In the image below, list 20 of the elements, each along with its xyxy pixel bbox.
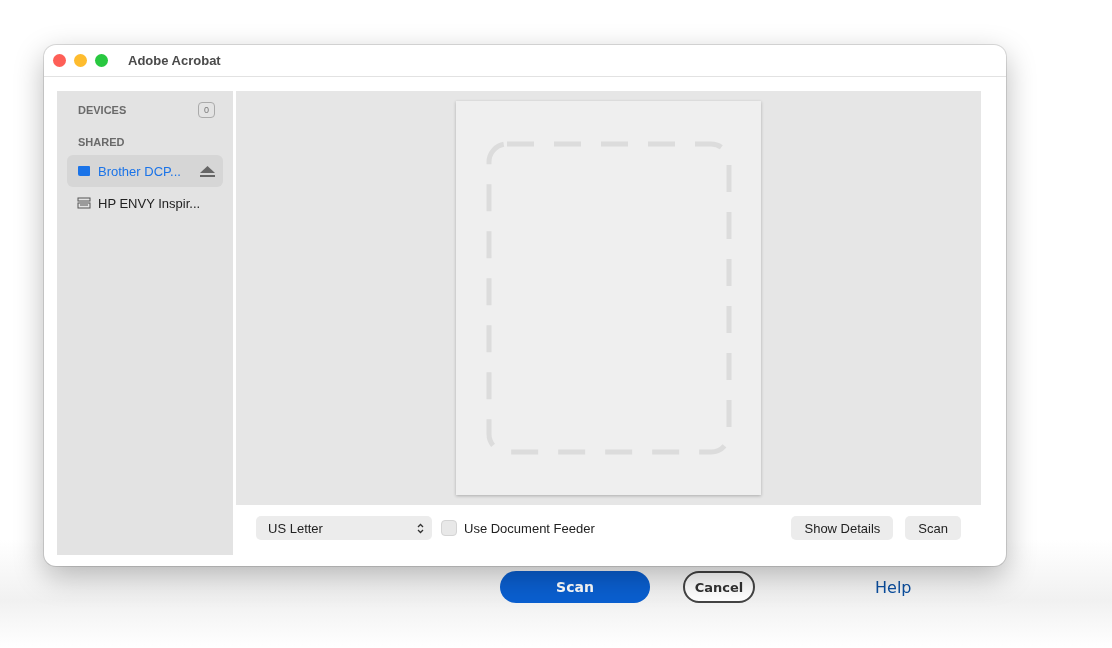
show-details-button[interactable]: Show Details [791,516,894,540]
checkbox-label: Use Document Feeder [464,520,595,536]
help-link[interactable]: Help [875,571,912,603]
scanner-icon [77,165,91,177]
scan-button[interactable]: Scan [500,571,650,603]
section-header: DEVICES [78,104,127,116]
cancel-button[interactable]: Cancel [683,571,755,603]
device-item[interactable]: HP ENVY Inspir... [67,187,223,219]
checkbox[interactable] [441,520,457,536]
section-header: SHARED [78,136,125,148]
close-button[interactable] [53,54,66,67]
zoom-button[interactable] [95,54,108,67]
device-count: 0 [198,102,215,118]
scan-button[interactable]: Scan [905,516,961,540]
window-title: Adobe Acrobat [128,53,221,68]
minimize-button[interactable] [74,54,87,67]
scanner-icon [77,197,91,209]
paper-size-dropdown[interactable]: US Letter [256,516,432,540]
eject-icon[interactable] [200,165,215,177]
chevrons-icon [417,522,424,534]
